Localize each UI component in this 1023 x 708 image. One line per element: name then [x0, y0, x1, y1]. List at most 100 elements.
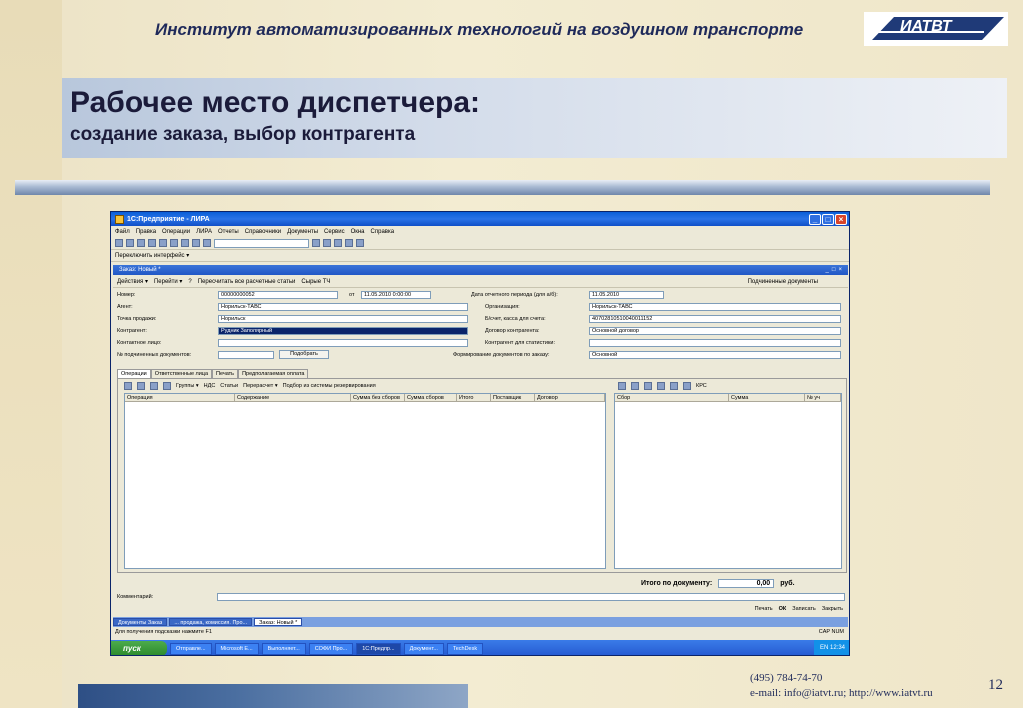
actions-menu[interactable]: Действия ▾ — [117, 278, 148, 285]
col-fee[interactable]: Сбор — [615, 394, 729, 401]
copy-icon[interactable] — [159, 239, 167, 247]
fees-grid[interactable]: Сбор Сумма № уч — [614, 393, 842, 569]
number-field[interactable]: 00000000052 — [218, 291, 338, 299]
close-icon[interactable]: × — [835, 213, 847, 225]
filter-icon[interactable] — [323, 239, 331, 247]
move-down-icon[interactable] — [683, 382, 691, 390]
col-sum-without-fees[interactable]: Сумма без сборов — [351, 394, 405, 401]
menu-service[interactable]: Сервис — [324, 229, 345, 235]
menu-operations[interactable]: Операции — [162, 229, 190, 235]
ok-button[interactable]: ОК — [779, 605, 787, 614]
close-button[interactable]: Закрыть — [822, 605, 843, 614]
col-fee-sum[interactable]: Сумма — [729, 394, 805, 401]
col-fee-number[interactable]: № уч — [805, 394, 841, 401]
print-button[interactable]: Печать — [755, 605, 773, 614]
find-icon[interactable] — [312, 239, 320, 247]
col-content[interactable]: Содержание — [235, 394, 351, 401]
col-operation[interactable]: Операция — [125, 394, 235, 401]
calc-icon[interactable] — [334, 239, 342, 247]
contact-person-field[interactable] — [218, 339, 468, 347]
col-contract[interactable]: Договор — [535, 394, 605, 401]
reservation-pick-button[interactable]: Подбор из системы резервирования — [283, 381, 376, 391]
contract-field[interactable]: Основной договор — [589, 327, 841, 335]
edit-row-icon[interactable] — [150, 382, 158, 390]
search-combo[interactable] — [214, 238, 309, 248]
recalc-menu[interactable]: Перерасчет ▾ — [243, 381, 278, 391]
period-field[interactable]: 11.05.2010 — [589, 291, 664, 299]
cut-icon[interactable] — [148, 239, 156, 247]
menu-reports[interactable]: Отчеты — [218, 229, 239, 235]
raw-tables-button[interactable]: Сырые ТЧ — [301, 279, 330, 285]
language-indicator[interactable]: EN — [820, 645, 828, 651]
print-icon[interactable] — [181, 239, 189, 247]
undo-icon[interactable] — [192, 239, 200, 247]
wintab-sales[interactable]: ... продажа, комиссия. Про... — [169, 618, 253, 626]
agent-field[interactable]: Норильск-ТАВС — [218, 303, 468, 311]
task-document[interactable]: Документ... — [403, 642, 444, 655]
task-sofi[interactable]: СОФИ Про... — [308, 642, 354, 655]
delete-row-icon[interactable] — [163, 382, 171, 390]
tab-print[interactable]: Печать — [212, 369, 239, 378]
tab-payment[interactable]: Предполагаемая оплата — [238, 369, 309, 378]
task-1c[interactable]: 1С:Предпр... — [356, 642, 401, 655]
add-fee-icon[interactable] — [618, 382, 626, 390]
col-fees-sum[interactable]: Сумма сборов — [405, 394, 457, 401]
recalc-button[interactable]: Пересчитать все расчетные статьи — [198, 279, 296, 285]
point-field[interactable]: Норильск — [218, 315, 468, 323]
calendar-icon[interactable] — [345, 239, 353, 247]
delete-fee-icon[interactable] — [657, 382, 665, 390]
menu-edit[interactable]: Правка — [136, 229, 156, 235]
document-window-controls[interactable]: _□× — [826, 267, 848, 273]
open-icon[interactable] — [126, 239, 134, 247]
menu-references[interactable]: Справочники — [245, 229, 281, 235]
add-row-icon[interactable] — [124, 382, 132, 390]
minimize-icon[interactable]: _ — [809, 213, 821, 225]
account-field[interactable]: 40702810510040011152 — [589, 315, 841, 323]
menu-documents[interactable]: Документы — [287, 229, 318, 235]
articles-button[interactable]: Статьи — [220, 381, 238, 391]
goto-menu[interactable]: Перейти ▾ — [154, 278, 182, 285]
task-excel[interactable]: Microsoft E... — [214, 642, 259, 655]
new-doc-icon[interactable] — [115, 239, 123, 247]
copy-fee-icon[interactable] — [631, 382, 639, 390]
menu-lira[interactable]: ЛИРА — [196, 229, 212, 235]
switch-interface-button[interactable]: Переключить интерфейс ▾ — [115, 252, 189, 259]
subdocs-field[interactable] — [218, 351, 274, 359]
edit-fee-icon[interactable] — [644, 382, 652, 390]
date-field[interactable]: 11.05.2010 0:00:00 — [361, 291, 431, 299]
menu-help[interactable]: Справка — [371, 229, 395, 235]
paste-icon[interactable] — [170, 239, 178, 247]
document-titlebar[interactable]: Заказ: Новый * _□× — [113, 265, 848, 275]
krs-button[interactable]: КРС — [696, 381, 707, 391]
save-icon[interactable] — [137, 239, 145, 247]
groups-menu[interactable]: Группы ▾ — [176, 381, 199, 391]
window-titlebar[interactable]: 1С:Предприятие - ЛИРА _ □ × — [111, 212, 849, 226]
task-techdesk[interactable]: TechDesk — [446, 642, 484, 655]
comment-field[interactable] — [217, 593, 845, 601]
tab-responsible[interactable]: Ответственные лица — [150, 369, 213, 378]
copy-row-icon[interactable] — [137, 382, 145, 390]
wintab-new-order[interactable]: Заказ: Новый * — [254, 618, 303, 626]
start-button[interactable]: пуск — [111, 641, 167, 655]
stat-contractor-field[interactable] — [589, 339, 841, 347]
task-sent[interactable]: Отправле... — [170, 642, 212, 655]
tab-operations[interactable]: Операции — [117, 369, 151, 378]
task-running[interactable]: Выполняет... — [261, 642, 306, 655]
org-field[interactable]: Норильск-ТАВС — [589, 303, 841, 311]
forming-field[interactable]: Основной — [589, 351, 841, 359]
menu-windows[interactable]: Окна — [351, 229, 365, 235]
subordinate-docs-button[interactable]: Подчиненные документы — [748, 279, 848, 285]
help-button[interactable]: ? — [188, 279, 191, 285]
col-supplier[interactable]: Поставщик — [491, 394, 535, 401]
operations-grid[interactable]: Операция Содержание Сумма без сборов Сум… — [124, 393, 606, 569]
pick-button[interactable]: Подобрать — [279, 350, 329, 359]
redo-icon[interactable] — [203, 239, 211, 247]
move-up-icon[interactable] — [670, 382, 678, 390]
write-button[interactable]: Записать — [792, 605, 816, 614]
vat-button[interactable]: НДС — [204, 381, 216, 391]
tools-icon[interactable] — [356, 239, 364, 247]
contractor-field[interactable]: Рудник Заполярный — [218, 327, 468, 335]
wintab-orders[interactable]: Документы Заказ — [113, 618, 168, 626]
menu-file[interactable]: Файл — [115, 229, 130, 235]
col-total[interactable]: Итого — [457, 394, 491, 401]
